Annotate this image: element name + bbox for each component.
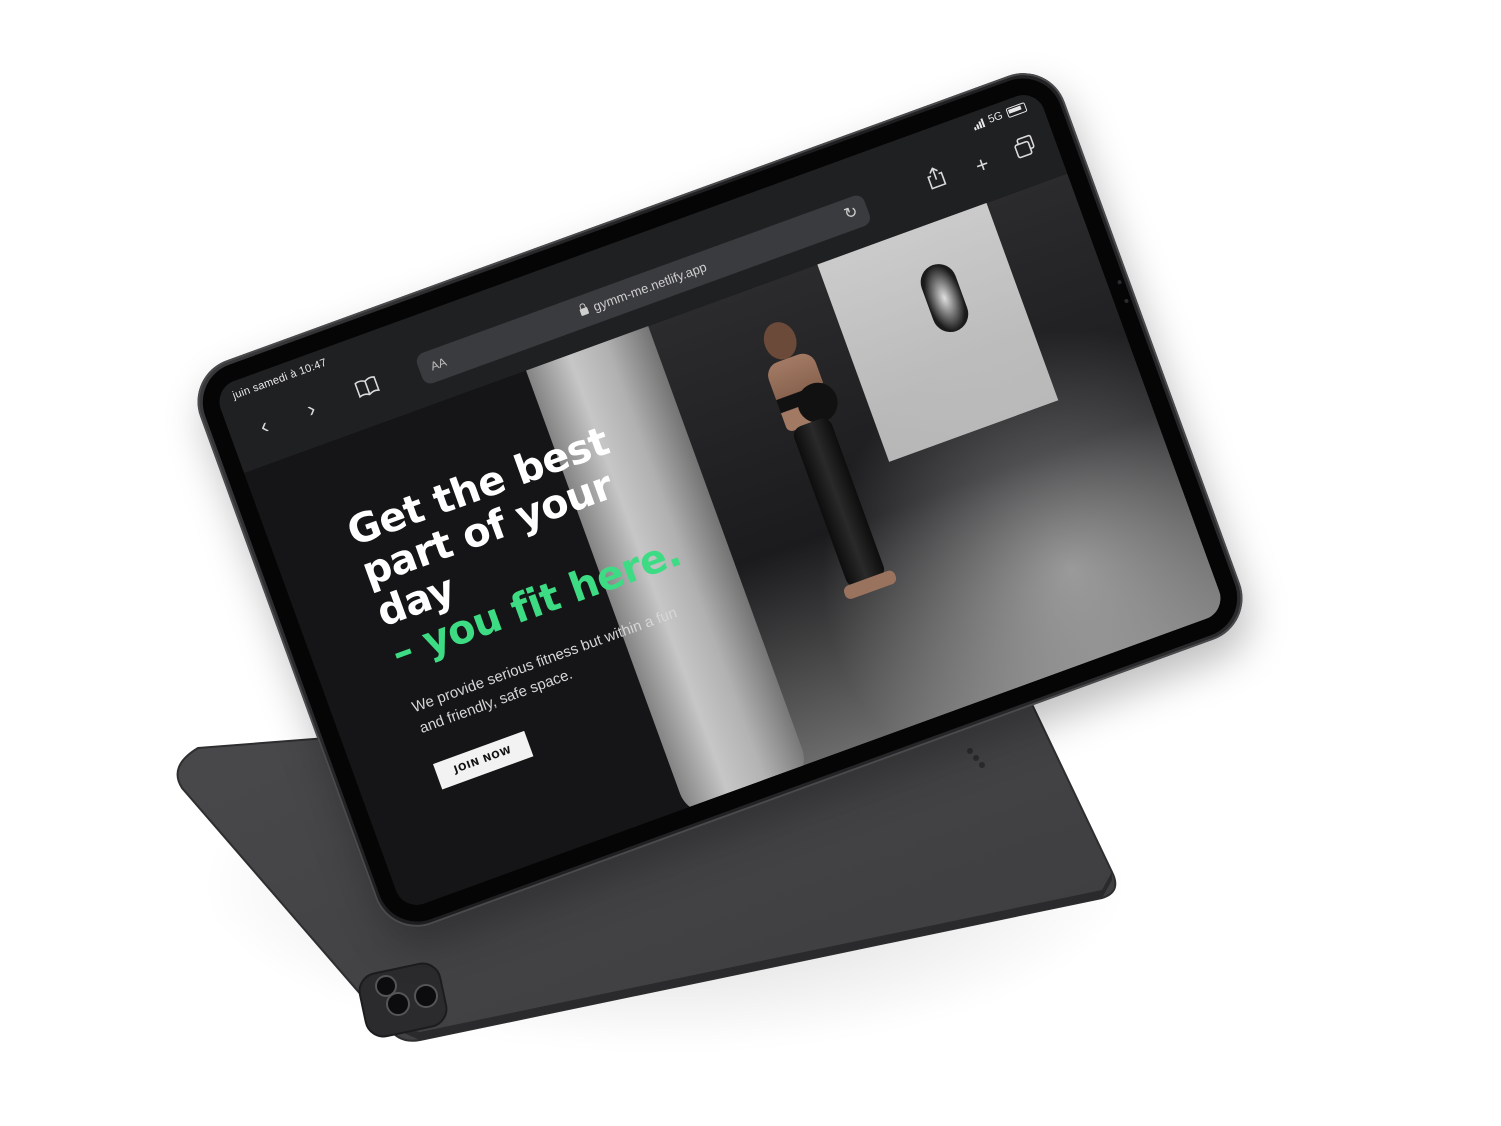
url-text: gymm-me.netlify.app — [590, 259, 709, 315]
join-now-button[interactable]: JOIN NOW — [433, 731, 533, 790]
lock-icon — [579, 306, 590, 317]
tabs-icon[interactable] — [1006, 130, 1044, 168]
chevron-right-icon[interactable]: › — [292, 390, 330, 428]
signal-icon — [972, 117, 986, 130]
device-mockup: juin samedi à 10:47 5G ‹ › AA gymm-me.ne… — [0, 0, 1501, 1126]
battery-icon — [1005, 101, 1028, 119]
network-label: 5G — [986, 109, 1005, 126]
chevron-left-icon[interactable]: ‹ — [245, 407, 283, 445]
book-icon[interactable] — [348, 370, 386, 408]
plus-icon[interactable]: + — [963, 146, 1001, 184]
share-icon-graphic — [927, 167, 947, 190]
book-icon-graphic — [354, 376, 380, 399]
tabs-icon-graphic — [1014, 134, 1035, 159]
share-icon[interactable] — [918, 162, 956, 200]
